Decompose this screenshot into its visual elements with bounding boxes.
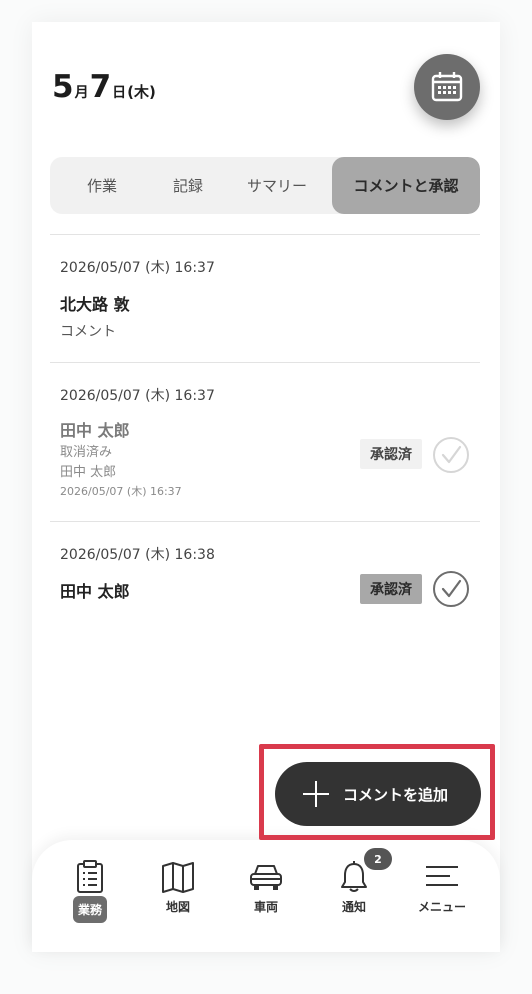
- car-icon: [250, 865, 282, 890]
- entry-timestamp: 2026/05/07 (木) 16:37: [60, 260, 215, 276]
- entry-timestamp: 2026/05/07 (木) 16:38: [60, 547, 215, 563]
- clipboard-icon: [77, 860, 103, 893]
- notification-count-badge: 2: [364, 848, 392, 870]
- month-unit: 月: [74, 85, 89, 101]
- weekday: (木): [127, 83, 156, 101]
- nav-label: 通知: [341, 900, 366, 914]
- list-item: 2026/05/07 (木) 16:37 田中 太郎 取消済み 田中 太郎 20…: [50, 362, 480, 521]
- calendar-button[interactable]: [414, 54, 480, 120]
- nav-item-work[interactable]: 業務: [46, 860, 134, 952]
- approved-badge: 承認済: [360, 574, 422, 604]
- tab-records[interactable]: 記録: [154, 157, 222, 214]
- menu-icon: [426, 866, 458, 886]
- entry-author: 田中 太郎: [60, 421, 130, 440]
- comment-list: 2026/05/07 (木) 16:37 北大路 敦 コメント 2026/05/…: [50, 234, 480, 639]
- check-circle-icon[interactable]: [432, 436, 470, 474]
- entry-author: 北大路 敦: [60, 295, 130, 314]
- entry-comment: コメント: [60, 324, 116, 340]
- day-unit: 日: [112, 85, 127, 101]
- map-icon: [162, 862, 194, 893]
- nav-item-vehicle[interactable]: 車両: [222, 860, 310, 952]
- highlight-box: [259, 744, 495, 840]
- tab-work[interactable]: 作業: [50, 157, 154, 214]
- list-item: 2026/05/07 (木) 16:37 北大路 敦 コメント: [50, 234, 480, 362]
- tab-summary[interactable]: サマリー: [222, 157, 332, 214]
- approved-badge: 承認済: [360, 439, 422, 469]
- tab-bar: 作業 記録 サマリー コメントと承認: [50, 157, 480, 214]
- nav-label: メニュー: [417, 900, 466, 914]
- entry-timestamp: 2026/05/07 (木) 16:37: [60, 388, 215, 404]
- nav-label: 業務: [72, 896, 107, 923]
- nav-label: 車両: [253, 900, 278, 914]
- list-item: 2026/05/07 (木) 16:38 田中 太郎 承認済: [50, 521, 480, 639]
- calendar-icon: [431, 72, 463, 102]
- tab-comments-approval[interactable]: コメントと承認: [332, 157, 480, 214]
- entry-by-time: 2026/05/07 (木) 16:37: [60, 485, 182, 498]
- month-number: 5: [52, 69, 74, 105]
- check-circle-icon[interactable]: [432, 570, 470, 608]
- nav-item-notifications[interactable]: 2 通知: [310, 848, 398, 952]
- bottom-nav: 業務 地図 車両 2 通知 メニュー: [32, 840, 500, 952]
- nav-item-map[interactable]: 地図: [134, 860, 222, 952]
- date-header: 5 月 7 日 (木): [52, 72, 156, 103]
- nav-label: 地図: [165, 900, 190, 914]
- day-number: 7: [89, 69, 112, 105]
- nav-item-menu[interactable]: メニュー: [398, 860, 486, 952]
